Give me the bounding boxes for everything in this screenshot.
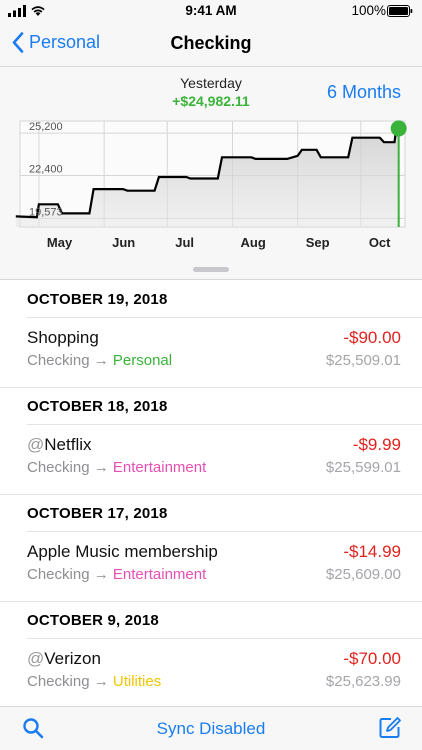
transaction-group: @Netflix -$9.99 Checking → Entertainment $2… <box>0 424 422 495</box>
running-balance: $25,509.01 <box>325 352 401 369</box>
source-account: Checking <box>27 673 90 690</box>
balance-chart-panel: Yesterday +$24,982.11 6 Months 25,200 22,… <box>0 66 422 280</box>
transaction-amount: -$70.00 <box>343 649 401 668</box>
source-account: Checking <box>27 352 90 369</box>
range-button[interactable]: 6 Months <box>327 82 401 103</box>
transaction-route: Checking → Personal <box>27 352 172 369</box>
transaction-row[interactable]: Shopping -$90.00 Checking → Personal $25,50… <box>27 317 422 387</box>
drawer-grabber[interactable] <box>193 267 229 272</box>
transaction-payee: @Netflix <box>27 435 92 455</box>
transaction-list: OCTOBER 19, 2018 Shopping -$90.00 Checking … <box>0 281 422 709</box>
arrow-right-icon: → <box>93 352 109 369</box>
running-balance: $25,623.99 <box>325 673 401 690</box>
battery-percentage: 100% <box>351 3 386 18</box>
bottom-toolbar: Sync Disabled <box>0 706 422 750</box>
transaction-amount: -$90.00 <box>343 328 401 347</box>
x-tick-label: Jun <box>112 235 135 250</box>
payee-name: Netflix <box>44 435 92 454</box>
transaction-row[interactable]: @Netflix -$9.99 Checking → Entertainment $2… <box>27 424 422 494</box>
x-tick-label: May <box>47 235 73 250</box>
category-label: Personal <box>112 352 173 369</box>
transaction-payee: Shopping <box>27 328 99 348</box>
section-date-header: OCTOBER 17, 2018 <box>27 505 168 522</box>
payee-at-sign: @ <box>27 649 45 668</box>
payee-name: Apple Music membership <box>27 542 218 561</box>
section-date-header: OCTOBER 18, 2018 <box>27 398 168 415</box>
arrow-right-icon: → <box>93 566 109 583</box>
status-bar: 9:41 AM 100% <box>0 0 422 22</box>
category-label: Entertainment <box>112 566 207 583</box>
y-tick-label: 22,400 <box>29 164 63 176</box>
x-tick-label: Jul <box>175 235 194 250</box>
running-balance: $25,609.00 <box>325 566 401 583</box>
transaction-amount: -$9.99 <box>352 435 401 454</box>
source-account: Checking <box>27 566 90 583</box>
transaction-route: Checking → Entertainment <box>27 459 206 476</box>
navigation-bar: Personal Checking <box>0 22 422 66</box>
balance-chart[interactable]: 25,200 22,400 19,573 May Jun Jul Aug Sep Oct <box>0 111 422 261</box>
transaction-payee: Apple Music membership <box>27 542 218 562</box>
source-account: Checking <box>27 459 90 476</box>
chart-x-ticks: May Jun Jul Aug Sep Oct <box>47 235 391 250</box>
sync-status-button[interactable]: Sync Disabled <box>0 719 422 739</box>
battery-icon <box>387 5 413 17</box>
transaction-row[interactable]: @Verizon -$70.00 Checking → Utilities $25,6… <box>27 638 422 708</box>
transaction-row[interactable]: Apple Music membership -$14.99 Checking → … <box>27 531 422 601</box>
transaction-group: Shopping -$90.00 Checking → Personal $25,50… <box>0 317 422 388</box>
transaction-group: @Verizon -$70.00 Checking → Utilities $25,6… <box>0 638 422 709</box>
x-tick-label: Oct <box>369 235 391 250</box>
compose-icon[interactable] <box>378 716 402 740</box>
transaction-route: Checking → Entertainment <box>27 566 206 583</box>
category-label: Entertainment <box>112 459 207 476</box>
running-balance: $25,599.01 <box>325 459 401 476</box>
arrow-right-icon: → <box>93 459 109 476</box>
payee-at-sign: @ <box>27 435 45 454</box>
transaction-amount: -$14.99 <box>343 542 401 561</box>
category-label: Utilities <box>112 673 162 690</box>
arrow-right-icon: → <box>93 673 109 690</box>
transaction-payee: @Verizon <box>27 649 101 669</box>
y-tick-label: 19,573 <box>29 206 63 218</box>
x-tick-label: Aug <box>240 235 265 250</box>
page-title: Checking <box>170 33 252 53</box>
payee-name: Shopping <box>27 328 99 347</box>
chart-current-marker <box>390 120 407 137</box>
section-date-header: OCTOBER 19, 2018 <box>27 291 168 308</box>
x-tick-label: Sep <box>306 235 330 250</box>
transaction-group: Apple Music membership -$14.99 Checking → … <box>0 531 422 602</box>
transaction-route: Checking → Utilities <box>27 673 161 690</box>
section-date-header: OCTOBER 9, 2018 <box>27 612 159 629</box>
y-tick-label: 25,200 <box>29 121 63 133</box>
payee-name: Verizon <box>44 649 101 668</box>
